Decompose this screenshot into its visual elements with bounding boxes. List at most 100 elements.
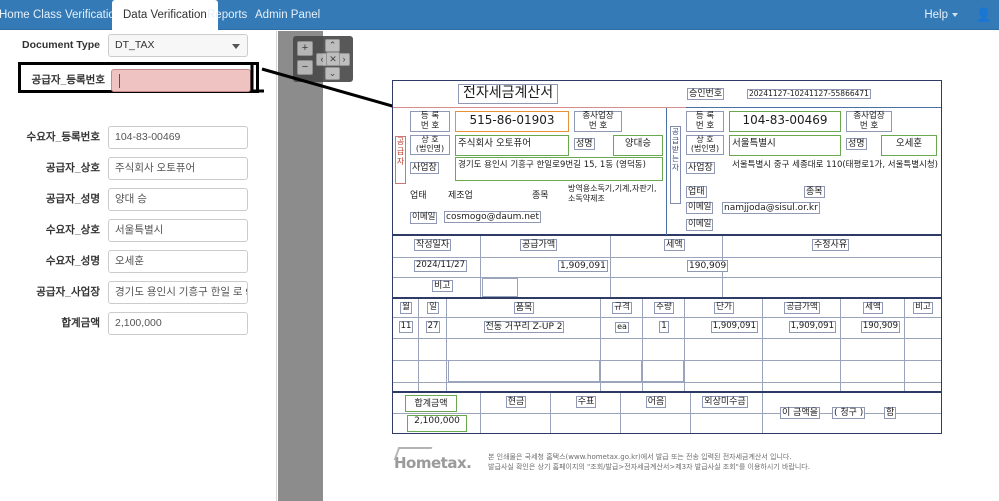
input-supplier-reg-number[interactable]: [111, 69, 251, 92]
data-verification-form: Document Type DT_TAX 공급자_등록번호 수요자_등록번호 1…: [0, 31, 277, 501]
pan-up-icon[interactable]: ⌃: [325, 39, 340, 52]
zoom-in-icon[interactable]: +: [297, 41, 313, 56]
doc-approval-number: 20241127-10241127-55866471: [747, 89, 871, 100]
doc-claim-value: ( 청구 ): [832, 407, 866, 420]
doc-buyer-subbiz-label: 종사업장 번 호: [846, 111, 892, 133]
doc-buyer-company: 서울특별시: [729, 135, 841, 156]
zoom-out-icon[interactable]: −: [297, 60, 313, 75]
doc-items-th-tax: 세액: [863, 302, 883, 314]
doc-supplier-address-label: 사업장: [410, 162, 439, 175]
form-row-supplier-rep: 공급자_성명 양대 승: [0, 188, 277, 211]
pan-down-icon[interactable]: ⌄: [325, 67, 340, 80]
nav-item-help[interactable]: Help: [913, 0, 969, 30]
doc-reason-label: 수정사유: [812, 239, 850, 252]
reset-view-icon[interactable]: ✕: [326, 52, 340, 66]
doc-buyer-address-label: 사업장: [686, 162, 715, 175]
doc-items-col-8: [904, 299, 905, 391]
doc-items-empty-cell-3: [642, 360, 684, 382]
label-total-amount: 합계금액: [61, 317, 100, 329]
user-icon[interactable]: 👤: [971, 0, 997, 30]
doc-items-col-2: [446, 299, 447, 391]
hometax-roof-icon: [393, 447, 433, 460]
doc-supplier-subbiz-label: 종사업장 번 호: [574, 111, 622, 133]
doc-remark-value: [482, 278, 518, 297]
doc-items-row3-line: [393, 382, 941, 383]
doc-supplier-item: 방역용소독기,기계,자판기,소독약제조: [568, 184, 657, 204]
form-row-buyer-company: 수요자_상호 서울특별시: [0, 219, 277, 242]
doc-tax-label: 세액: [664, 239, 685, 252]
doc-supplier-company: 주식회사 오토퓨어: [455, 135, 569, 156]
input-buyer-rep[interactable]: 오세훈: [108, 250, 248, 273]
doc-buyer-rep: 오세훈: [881, 135, 937, 156]
doc-cash-label: 현금: [505, 396, 527, 409]
doc-items-empty-cell-1: [448, 360, 600, 382]
doc-summary-hline-2: [393, 277, 941, 278]
doc-items-col-5: [684, 299, 685, 391]
select-document-type[interactable]: DT_TAX: [108, 34, 248, 57]
doc-supplier-email: cosmogo@daum.net: [444, 211, 541, 224]
doc-totals-col-1: [480, 393, 481, 433]
doc-approval-label: 승인번호: [687, 88, 725, 101]
label-buyer-rep: 수요자_성명: [45, 255, 100, 267]
doc-items-empty-cell-2: [600, 360, 642, 382]
table-row-spec: ea: [615, 322, 629, 333]
doc-summary-hline-1: [393, 257, 941, 258]
table-row-supply: 1,909,091: [788, 321, 836, 333]
scanned-tax-invoice[interactable]: 전자세금계산서 승인번호 20241127-10241127-55866471 …: [392, 80, 942, 472]
input-supplier-company[interactable]: 주식회사 오토퓨어: [108, 157, 248, 180]
table-row-qty: 1: [659, 321, 669, 333]
doc-buyer-reg-label: 등 록번 호: [686, 111, 724, 133]
doc-buyer-reg-number: 104-83-00469: [729, 111, 841, 132]
doc-date-label: 작성일자: [414, 239, 452, 252]
form-row-buyer-reg-number: 수요자_등록번호 104-83-00469: [0, 126, 277, 149]
table-row-month: 11: [398, 321, 414, 333]
doc-supplier-side-label: 공급자: [395, 136, 406, 184]
label-supplier-address: 공급자_사업장: [36, 286, 100, 298]
doc-items-col-6: [762, 299, 763, 391]
doc-summary-sep-1: [480, 236, 481, 297]
doc-remark-label: 비고: [432, 280, 453, 293]
chevron-down-icon: [232, 44, 240, 49]
doc-items-th-month: 월: [400, 302, 412, 314]
select-document-type-value: DT_TAX: [115, 39, 155, 51]
label-buyer-company: 수요자_상호: [45, 224, 100, 236]
image-viewer-gutter: [278, 31, 323, 501]
doc-items-th-qty: 수량: [654, 302, 674, 314]
input-buyer-reg-number[interactable]: 104-83-00469: [108, 126, 248, 149]
form-row-supplier-company: 공급자_상호 주식회사 오토퓨어: [0, 157, 277, 180]
doc-total-value: 2,100,000: [407, 415, 467, 432]
input-supplier-address[interactable]: 경기도 용인시 기흥구 한일 로 9: [108, 281, 248, 304]
table-row-unit-price: 1,909,091: [710, 321, 758, 333]
doc-items-th-supply: 공급가액: [784, 302, 820, 314]
highlighted-field-wrapper: 공급자_등록번호: [18, 62, 259, 93]
doc-supplier-rep-label: 성명: [574, 138, 595, 151]
doc-totals-col-2: [550, 393, 551, 433]
input-supplier-rep[interactable]: 양대 승: [108, 188, 248, 211]
doc-supply-value: 1,909,091: [558, 260, 608, 273]
form-row-total-amount: 합계금액 2,100,000: [0, 312, 277, 335]
doc-summary-sep-2: [610, 236, 611, 297]
doc-footer-line-2: 발급사실 확인은 상기 홈페이지의 "조회/발급>전자세금계산서>제3자 발급사…: [488, 463, 810, 472]
chevron-down-icon: [952, 12, 958, 17]
doc-total-label: 합계금액: [405, 395, 457, 412]
doc-divider-blue: [686, 107, 941, 108]
doc-items-th-unit-price: 단가: [714, 302, 734, 314]
doc-half-split: [666, 108, 667, 235]
nav-item-admin-panel[interactable]: Admin Panel: [244, 0, 331, 30]
form-row-supplier-address: 공급자_사업장 경기도 용인시 기흥구 한일 로 9: [0, 281, 277, 304]
label-supplier-company: 공급자_상호: [45, 162, 100, 174]
help-label: Help: [924, 9, 948, 21]
doc-buyer-address: 서울특별시 중구 세종대로 110(태평로1가, 서울특별시청): [732, 160, 938, 170]
doc-title: 전자세금계산서: [458, 84, 588, 104]
table-row-day: 27: [425, 321, 441, 333]
input-total-amount[interactable]: 2,100,000: [108, 312, 248, 335]
label-supplier-rep: 공급자_성명: [45, 193, 100, 205]
doc-items-col-1: [418, 299, 419, 391]
doc-items-header-line: [393, 317, 941, 318]
input-buyer-company[interactable]: 서울특별시: [108, 219, 248, 242]
doc-supplier-biztype-label: 업태: [410, 191, 427, 201]
doc-items-row1-line: [393, 338, 941, 339]
pan-zoom-control: + − ⌃ ⌄ ‹ › ✕: [293, 36, 353, 82]
doc-tax-value: 190,909: [687, 260, 729, 273]
doc-supplier-reg-number: 515-86-01903: [455, 111, 569, 132]
